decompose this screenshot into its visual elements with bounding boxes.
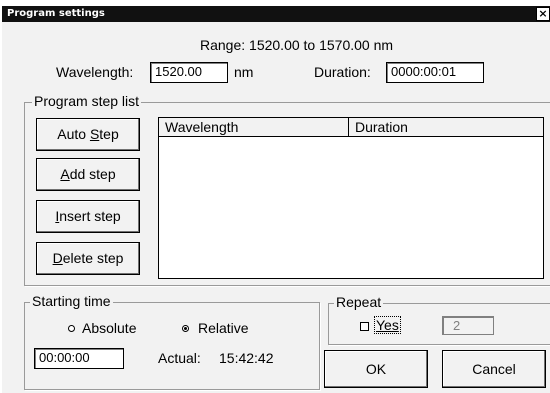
- title-bar: Program settings ×: [2, 6, 550, 22]
- program-step-list[interactable]: Wavelength Duration: [158, 117, 544, 279]
- auto-step-label-a: Auto: [57, 126, 90, 142]
- absolute-label: Absolute: [82, 320, 137, 336]
- auto-step-label-b: tep: [99, 126, 119, 142]
- range-label: Range: 1520.00 to 1570.00 nm: [200, 37, 394, 53]
- repeat-yes-checkbox[interactable]: [360, 322, 369, 331]
- ok-button[interactable]: OK: [324, 350, 428, 388]
- delete-step-label-u: D: [52, 250, 63, 266]
- absolute-radio[interactable]: [68, 325, 75, 332]
- delete-step-button[interactable]: Delete step: [36, 242, 140, 275]
- program-step-list-legend: Program step list: [32, 93, 142, 109]
- repeat-count-input[interactable]: 2: [442, 316, 494, 335]
- cancel-button[interactable]: Cancel: [442, 350, 546, 388]
- duration-label: Duration:: [314, 64, 371, 80]
- column-header-wavelength[interactable]: Wavelength: [159, 118, 349, 137]
- insert-step-button[interactable]: Insert step: [36, 200, 140, 233]
- duration-input[interactable]: 0000:00:01: [386, 62, 484, 83]
- repeat-yes-text: Yes: [376, 317, 399, 333]
- start-time-input[interactable]: 00:00:00: [34, 348, 124, 369]
- wavelength-label: Wavelength:: [56, 64, 134, 80]
- actual-label: Actual:: [158, 350, 201, 366]
- add-step-label-u: A: [60, 166, 70, 182]
- delete-step-label-b: elete step: [62, 250, 124, 266]
- actual-time-value: 15:42:42: [219, 350, 274, 366]
- repeat-yes-label: Yes: [374, 316, 401, 334]
- wavelength-input[interactable]: 1520.00: [150, 62, 228, 83]
- starting-time-group: [24, 302, 320, 390]
- wavelength-unit: nm: [234, 64, 254, 80]
- add-step-button[interactable]: Add step: [36, 158, 140, 191]
- dialog-body: Range: 1520.00 to 1570.00 nm Wavelength:…: [2, 22, 550, 393]
- column-header-duration[interactable]: Duration: [349, 118, 543, 137]
- repeat-legend: Repeat: [334, 294, 384, 310]
- relative-label: Relative: [198, 320, 249, 336]
- auto-step-label-u: S: [89, 126, 100, 142]
- program-settings-window: Program settings × Range: 1520.00 to 157…: [0, 0, 550, 393]
- add-step-label-b: dd step: [69, 166, 116, 182]
- close-icon[interactable]: ×: [536, 7, 550, 21]
- starting-time-legend: Starting time: [30, 293, 113, 309]
- relative-radio[interactable]: [182, 325, 189, 332]
- insert-step-label-b: nsert step: [59, 208, 121, 224]
- auto-step-button[interactable]: Auto Step: [36, 118, 140, 151]
- window-title: Program settings: [7, 8, 105, 19]
